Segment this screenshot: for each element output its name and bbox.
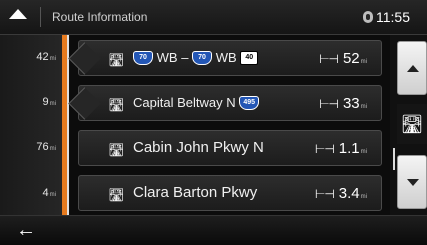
scroll-up-icon [407,65,419,72]
scroll-up-button[interactable] [397,41,427,95]
scroll-panel: 🛣 [390,35,427,215]
road-icon: 🛣 [108,52,125,67]
road-icon: 🛣 [108,142,125,157]
us-route-shield: 40 [240,50,259,65]
remaining-distance: 76mi [36,141,56,153]
gps-status-icon [363,11,373,23]
page-title: Route Information [52,10,148,24]
direction-label: WB [215,50,237,65]
scrollbar[interactable] [393,148,395,170]
road-icon: 🛣 [108,187,125,202]
route-row[interactable]: 🛣 Clara Barton Pkwy ⊢⊣ 3.4mi [78,175,382,211]
route-name: Clara Barton Pkwy [133,184,258,201]
distance-icon: ⊢⊣ [319,97,339,111]
footer-bar: ← [0,215,427,245]
row-pointer [68,42,101,75]
remaining-distance: 9mi [42,96,56,108]
route-name: 70 WB – 70 WB 40 [133,50,259,66]
up-arrow-icon[interactable] [9,9,27,19]
distance-icon: ⊢⊣ [314,142,335,156]
back-arrow-icon[interactable]: ← [16,219,56,241]
header-divider [40,7,41,27]
remaining-distance: 42mi [36,51,56,63]
remaining-distance-column: 42mi 9mi 76mi 4mi [0,35,62,215]
route-row[interactable]: 🛣 Capital Beltway N 495 ⊢⊣ 33mi [68,85,382,121]
route-row[interactable]: 🛣 70 WB – 70 WB 40 ⊢⊣ 52mi [68,40,382,76]
direction-label: WB [156,50,178,65]
header-bar: Route Information 11:55 [0,0,427,35]
segment-distance: ⊢⊣ 52mi [319,50,367,67]
segment-distance: ⊢⊣ 1.1mi [314,140,367,157]
clock: 11:55 [376,9,410,25]
interstate-shield: 495 [239,95,260,110]
route-row[interactable]: 🛣 Cabin John Pkwy N ⊢⊣ 1.1mi [78,130,382,166]
distance-icon: ⊢⊣ [319,52,339,66]
interstate-shield: 70 [192,50,213,65]
segment-distance: ⊢⊣ 33mi [319,95,367,112]
interstate-shield: 70 [133,50,153,65]
segment-distance: ⊢⊣ 3.4mi [314,185,367,202]
route-name: Cabin John Pkwy N [133,139,264,156]
remaining-distance: 4mi [42,187,56,199]
scroll-down-button[interactable] [397,155,427,209]
row-pointer [68,87,101,120]
scroll-down-icon [407,179,419,186]
distance-icon: ⊢⊣ [314,187,335,201]
separator: – [181,50,189,65]
road-view-icon[interactable]: 🛣 [397,104,427,144]
route-line [67,35,69,215]
road-icon: 🛣 [108,97,125,112]
route-name: Capital Beltway N 495 [133,95,260,111]
